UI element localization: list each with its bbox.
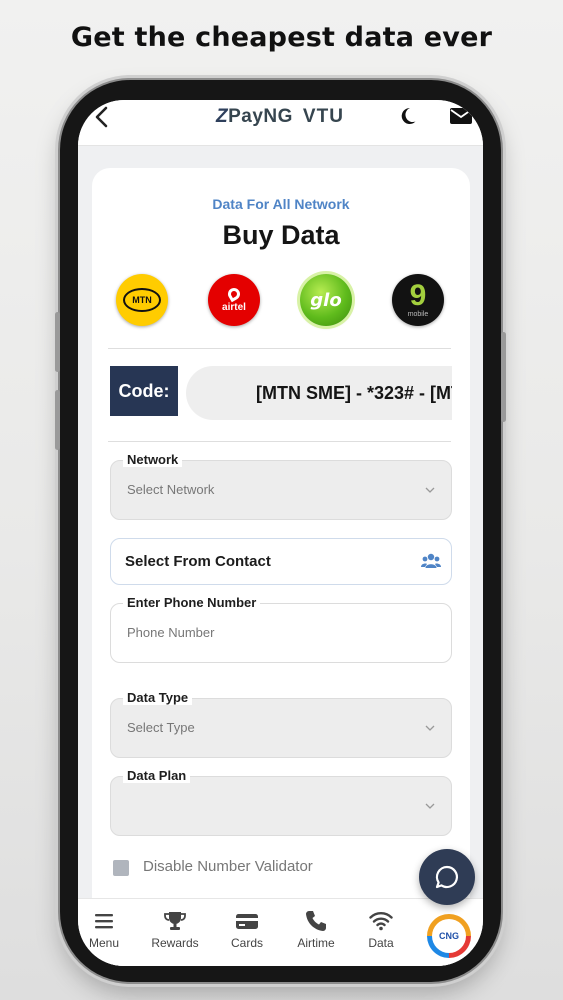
wifi-icon: [369, 912, 393, 931]
data-type-placeholder: Select Type: [127, 720, 195, 735]
phone-icon: [306, 911, 326, 931]
brand-suffix: VTU: [302, 106, 344, 127]
trophy-icon: [164, 912, 186, 930]
brand: ZPayNG VTU: [216, 106, 344, 128]
disable-validator-checkbox[interactable]: [113, 860, 129, 876]
code-marquee: [MTN SME] - *323# - [MTN CG] - *323*4#: [186, 366, 452, 420]
data-plan-select[interactable]: Data Plan: [110, 768, 452, 836]
nav-item-data[interactable]: Data: [351, 909, 411, 950]
network-9mobile-button[interactable]: 9 mobile: [392, 274, 444, 326]
bottom-nav: Menu Rewards Cards Airtime Data CNG: [78, 898, 483, 966]
phone-side-button: [55, 390, 60, 450]
divider: [108, 441, 451, 442]
data-type-select[interactable]: Data Type Select Type: [110, 690, 452, 758]
nav-label: Rewards: [151, 936, 199, 950]
mtn-logo: MTN: [123, 288, 161, 312]
menu-icon: [95, 914, 113, 929]
nav-label: Menu: [88, 936, 120, 950]
phone-number-field[interactable]: Enter Phone Number Phone Number: [110, 595, 452, 663]
nav-label: Cards: [230, 936, 263, 950]
airtel-logo: airtel: [222, 301, 246, 313]
phone-screen: ZPayNG VTU Data For All Network Buy Data…: [78, 100, 483, 966]
network-glo-button[interactable]: glo: [300, 274, 352, 326]
envelope-icon[interactable]: [450, 108, 472, 124]
contacts-icon: [421, 553, 441, 568]
network-airtel-button[interactable]: airtel: [208, 274, 260, 326]
airtel-swirl-icon: [225, 285, 243, 302]
9mobile-logo-sub: mobile: [407, 310, 429, 318]
network-label: Network: [123, 452, 183, 467]
chat-button[interactable]: [419, 849, 475, 905]
card-icon: [236, 914, 258, 929]
code-label: Code:: [110, 366, 178, 416]
phone-number-placeholder: Phone Number: [127, 625, 215, 640]
data-type-label: Data Type: [123, 690, 193, 705]
promo-title: Get the cheapest data ever: [70, 22, 493, 53]
nav-label: Airtime: [297, 936, 335, 950]
nav-item-rewards[interactable]: Rewards: [145, 909, 205, 950]
chevron-down-icon: [425, 487, 435, 493]
network-placeholder: Select Network: [127, 482, 215, 497]
data-plan-label: Data Plan: [123, 768, 191, 783]
chat-bubble-icon: [435, 865, 458, 889]
chevron-down-icon: [425, 725, 435, 731]
select-from-contact-label: Select From Contact: [125, 553, 271, 570]
brand-logo: ZPayNG: [216, 106, 293, 127]
glo-logo: glo: [310, 289, 342, 311]
cng-badge-text: CNG: [432, 919, 466, 953]
nav-item-airtime[interactable]: Airtime: [286, 909, 346, 950]
phone-number-label: Enter Phone Number: [123, 595, 261, 610]
chevron-left-icon[interactable]: [92, 105, 112, 129]
network-mtn-button[interactable]: MTN: [116, 274, 168, 326]
card-subtitle: Data For All Network: [212, 196, 350, 212]
select-from-contact-button[interactable]: Select From Contact: [110, 538, 452, 585]
page-title: Buy Data: [222, 220, 340, 250]
nav-item-cards[interactable]: Cards: [217, 909, 277, 950]
disable-validator-label: Disable Number Validator: [143, 858, 313, 875]
nav-label: Data: [368, 936, 394, 950]
app-header: ZPayNG VTU: [78, 100, 483, 146]
cng-badge[interactable]: CNG: [427, 914, 471, 958]
buy-data-card: Data For All Network Buy Data MTN airtel…: [92, 168, 470, 966]
9mobile-logo: 9: [409, 278, 427, 312]
divider: [108, 348, 451, 349]
phone-side-button: [55, 312, 60, 372]
phone-power-button: [501, 332, 506, 422]
moon-icon[interactable]: [401, 106, 421, 126]
nav-item-menu[interactable]: Menu: [78, 909, 134, 950]
chevron-down-icon: [425, 803, 435, 809]
network-select[interactable]: Network Select Network: [110, 452, 452, 520]
